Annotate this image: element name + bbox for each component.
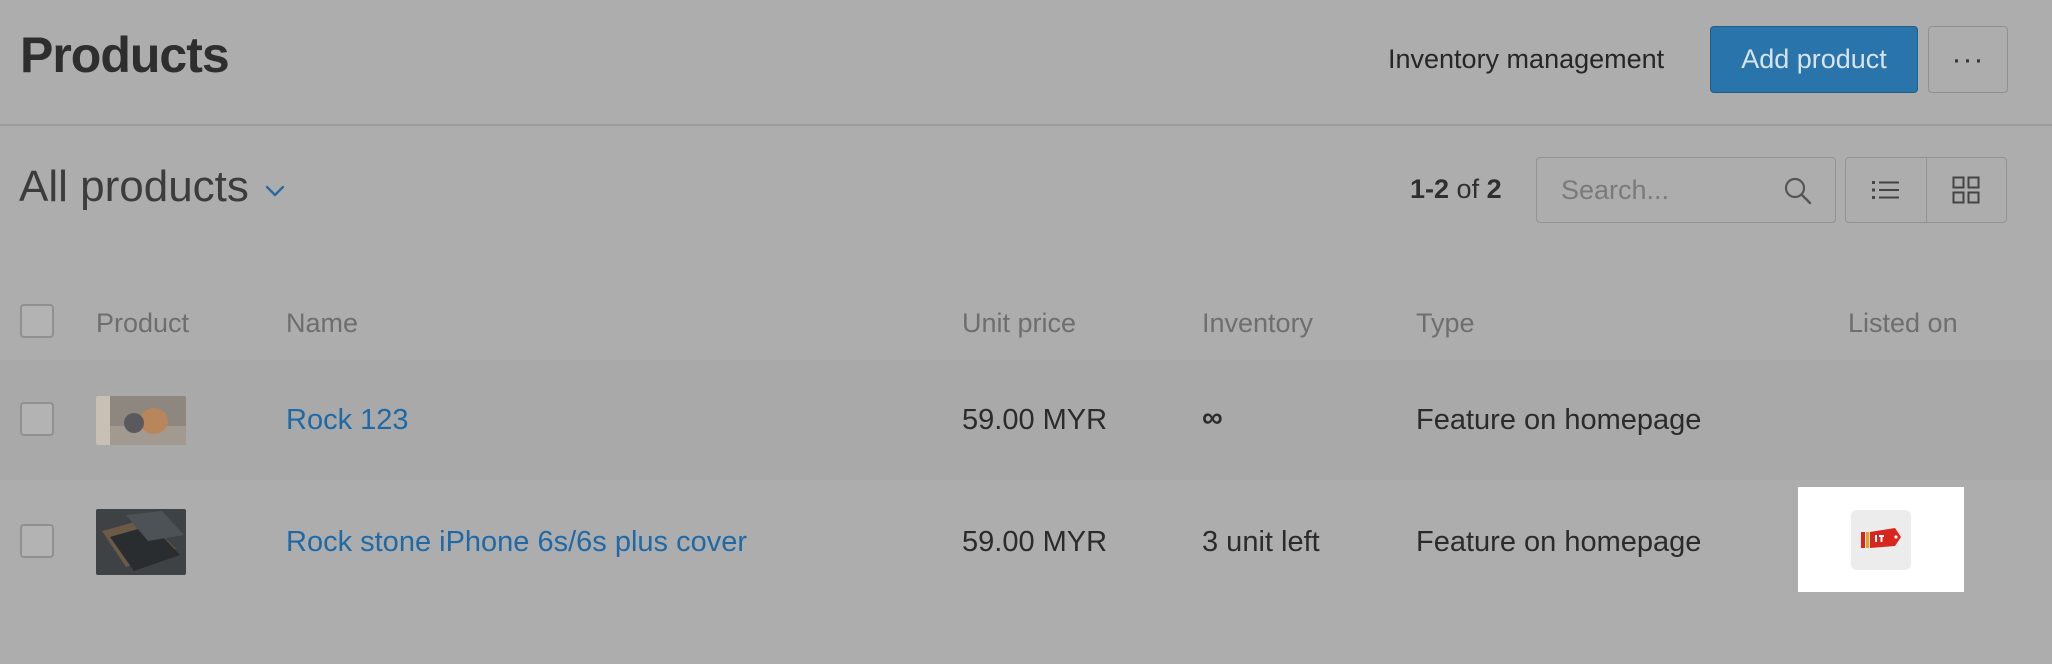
pagination-total: 2 [1486,174,1502,204]
column-header-inventory[interactable]: Inventory [1202,308,1313,339]
search-placeholder: Search... [1561,174,1670,205]
product-type: Feature on homepage [1416,404,1702,436]
list-view-button[interactable] [1846,158,1927,222]
product-thumbnail[interactable] [96,396,186,445]
add-product-button[interactable]: Add product [1710,26,1918,93]
product-name-link[interactable]: Rock 123 [286,404,409,437]
column-header-product: Product [96,308,190,338]
pagination-summary: 1-2 of 2 [1410,174,1502,205]
more-actions-button[interactable]: ··· [1928,26,2008,93]
unit-price: 59.00 MYR [962,404,1108,436]
column-header-name[interactable]: Name [286,308,358,339]
row-checkbox[interactable] [20,402,54,436]
row-checkbox[interactable] [20,524,54,558]
grid-view-button[interactable] [1927,158,2007,222]
listed-on-channel[interactable] [1798,487,1964,592]
page-title: Products [20,27,230,83]
column-header-type[interactable]: Type [1416,308,1475,339]
inventory-management-link[interactable]: Inventory management [1388,44,1664,75]
chevron-down-icon[interactable] [264,180,286,202]
column-header-unit-price[interactable]: Unit price [962,308,1076,339]
header-divider [0,124,2052,126]
inventory-value: 3 unit left [1202,526,1320,558]
pagination-range: 1-2 [1410,174,1450,204]
unit-price: 59.00 MYR [962,526,1108,558]
grid-view-icon [1952,176,1980,204]
select-all-checkbox[interactable] [20,304,54,338]
channel-logo-icon [1851,509,1911,570]
product-name-link[interactable]: Rock stone iPhone 6s/6s plus cover [286,526,747,559]
inventory-value: ∞ [1202,402,1223,434]
list-view-icon [1871,181,1899,199]
search-input[interactable]: Search... [1536,157,1836,223]
view-toggle [1845,157,2007,223]
product-type: Feature on homepage [1416,526,1702,558]
product-thumbnail[interactable] [96,509,186,575]
more-icon: ··· [1951,42,1985,76]
pagination-of: of [1456,174,1480,204]
search-icon[interactable] [1783,176,1813,206]
column-header-listed-on: Listed on [1848,308,1958,338]
product-filter-dropdown[interactable]: All products [19,162,249,212]
